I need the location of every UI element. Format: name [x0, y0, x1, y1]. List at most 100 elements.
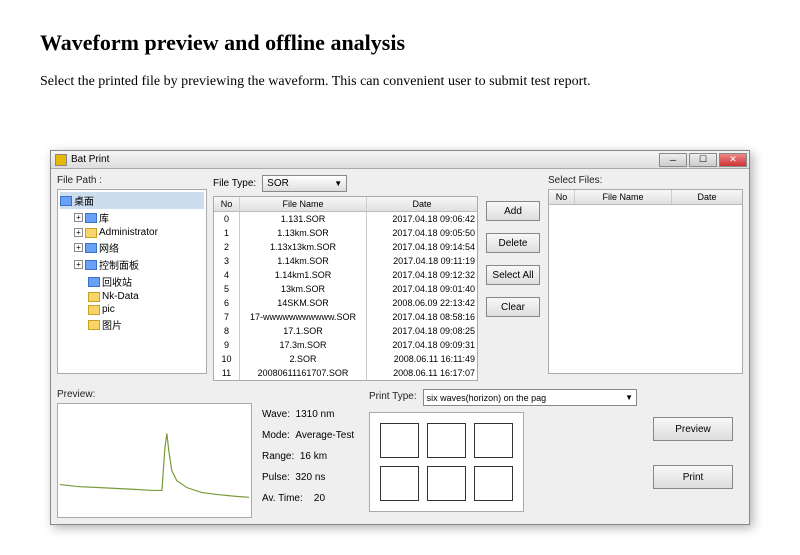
table-row[interactable]: 41.14km1.SOR2017.04.18 09:12:32 — [214, 268, 477, 282]
folder-icon — [88, 305, 100, 315]
avtime-value: 20 — [314, 493, 325, 504]
table-row[interactable]: 1120080611161707.SOR2008.06.11 16:17:07 — [214, 366, 477, 380]
cell-no: 2 — [214, 240, 240, 254]
cell-date: 2017.04.18 08:58:16 — [367, 310, 477, 324]
cell-no: 0 — [214, 212, 240, 226]
preview-button[interactable]: Preview — [653, 417, 733, 441]
expand-icon[interactable]: + — [74, 213, 83, 222]
layout-cell — [427, 466, 466, 501]
folder-icon — [88, 292, 100, 302]
table-row[interactable]: 31.14km.SOR2017.04.18 09:11:19 — [214, 254, 477, 268]
file-type-value: SOR — [267, 178, 289, 189]
add-button[interactable]: Add — [486, 201, 540, 221]
tree-item-label: pic — [102, 304, 115, 315]
col-header-date[interactable]: Date — [672, 190, 742, 204]
table-row[interactable]: 817.1.SOR2017.04.18 09:08:25 — [214, 324, 477, 338]
print-type-label: Print Type: — [369, 391, 417, 402]
cell-date: 2008.06.11 16:11:49 — [367, 352, 477, 366]
cell-date: 2008.06.09 22:13:42 — [367, 296, 477, 310]
mode-label: Mode: — [262, 430, 290, 441]
cell-date: 2017.04.18 09:11:19 — [367, 254, 477, 268]
cell-name: 1.131.SOR — [240, 212, 367, 226]
col-header-no[interactable]: No — [214, 197, 240, 211]
col-header-date[interactable]: Date — [367, 197, 477, 211]
tree-item-label: 库 — [99, 210, 109, 225]
expand-icon[interactable]: + — [74, 243, 83, 252]
folder-icon — [85, 228, 97, 238]
select-all-button[interactable]: Select All — [486, 265, 540, 285]
cell-no: 4 — [214, 268, 240, 282]
expand-icon[interactable]: + — [74, 228, 83, 237]
cell-date: 2017.04.18 09:05:50 — [367, 226, 477, 240]
cell-name: 17.1.SOR — [240, 324, 367, 338]
select-files-label: Select Files: — [548, 175, 743, 186]
control-panel-icon — [85, 260, 97, 270]
close-button[interactable]: ✕ — [719, 153, 747, 167]
table-row[interactable]: 21.13x13km.SOR2017.04.18 09:14:54 — [214, 240, 477, 254]
desktop-icon — [60, 196, 72, 206]
tree-item-label: 桌面 — [74, 193, 94, 208]
cell-no: 8 — [214, 324, 240, 338]
minimize-button[interactable]: ─ — [659, 153, 687, 167]
waveform-info: Wave: 1310 nm Mode: Average-Test Range: … — [258, 389, 363, 518]
print-type-value: six waves(horizon) on the pag — [427, 393, 547, 403]
page-heading: Waveform preview and offline analysis — [40, 30, 760, 56]
cell-no: 11 — [214, 366, 240, 380]
col-header-no[interactable]: No — [549, 190, 575, 204]
cell-no: 10 — [214, 352, 240, 366]
expand-icon[interactable]: + — [74, 260, 83, 269]
pulse-label: Pulse: — [262, 472, 290, 483]
selected-files-table[interactable]: No File Name Date — [548, 189, 743, 374]
cell-no: 9 — [214, 338, 240, 352]
table-row[interactable]: 102.SOR2008.06.11 16:11:49 — [214, 352, 477, 366]
cell-name: 20080611161707.SOR — [240, 366, 367, 380]
cell-no: 3 — [214, 254, 240, 268]
tree-item-label: Administrator — [99, 227, 158, 238]
range-value: 16 km — [300, 451, 327, 462]
application-window: Bat Print ─ ☐ ✕ File Path : 桌面 +库 +Admin… — [50, 150, 750, 525]
file-list-table[interactable]: No File Name Date 01.131.SOR2017.04.18 0… — [213, 196, 478, 381]
table-row[interactable]: 614SKM.SOR2008.06.09 22:13:42 — [214, 296, 477, 310]
layout-cell — [427, 423, 466, 458]
folder-tree[interactable]: 桌面 +库 +Administrator +网络 +控制面板 回收站 Nk-Da… — [57, 189, 207, 374]
tree-item-label: 图片 — [102, 317, 122, 332]
cell-name: 14SKM.SOR — [240, 296, 367, 310]
cell-name: 1.14km.SOR — [240, 254, 367, 268]
table-row[interactable]: 917.3m.SOR2017.04.18 09:09:31 — [214, 338, 477, 352]
layout-cell — [380, 423, 419, 458]
wave-label: Wave: — [262, 409, 290, 420]
col-header-name[interactable]: File Name — [575, 190, 672, 204]
cell-name: 17.3m.SOR — [240, 338, 367, 352]
cell-date: 2017.04.18 09:01:40 — [367, 282, 477, 296]
cell-name: 1.13x13km.SOR — [240, 240, 367, 254]
cell-date: 2017.04.18 08:58:42 — [367, 380, 477, 381]
col-header-name[interactable]: File Name — [240, 197, 367, 211]
cell-date: 2017.04.18 09:14:54 — [367, 240, 477, 254]
table-row[interactable]: 11.13km.SOR2017.04.18 09:05:50 — [214, 226, 477, 240]
cell-name: 2.SOR — [240, 352, 367, 366]
cell-name: 17-wwwwwwwwwww.SOR — [240, 310, 367, 324]
page-intro: Select the printed file by previewing th… — [40, 74, 760, 90]
table-row[interactable]: 1220170721142756.SOR2017.04.18 08:58:42 — [214, 380, 477, 381]
chevron-down-icon: ▼ — [334, 179, 342, 188]
print-type-select[interactable]: six waves(horizon) on the pag ▼ — [423, 389, 637, 406]
tree-item-label: 网络 — [99, 240, 119, 255]
preview-label: Preview: — [57, 389, 252, 400]
clear-button[interactable]: Clear — [486, 297, 540, 317]
cell-date: 2017.04.18 09:09:31 — [367, 338, 477, 352]
cell-name: 1.14km1.SOR — [240, 268, 367, 282]
chevron-down-icon: ▼ — [625, 393, 633, 402]
wave-value: 1310 nm — [296, 409, 335, 420]
table-row[interactable]: 513km.SOR2017.04.18 09:01:40 — [214, 282, 477, 296]
table-row[interactable]: 01.131.SOR2017.04.18 09:06:42 — [214, 212, 477, 226]
table-row[interactable]: 717-wwwwwwwwwww.SOR2017.04.18 08:58:16 — [214, 310, 477, 324]
maximize-button[interactable]: ☐ — [689, 153, 717, 167]
recycle-icon — [88, 277, 100, 287]
cell-no: 7 — [214, 310, 240, 324]
file-type-select[interactable]: SOR ▼ — [262, 175, 347, 192]
delete-button[interactable]: Delete — [486, 233, 540, 253]
tree-item-label: 控制面板 — [99, 257, 139, 272]
library-icon — [85, 213, 97, 223]
print-button[interactable]: Print — [653, 465, 733, 489]
app-icon — [55, 154, 67, 166]
